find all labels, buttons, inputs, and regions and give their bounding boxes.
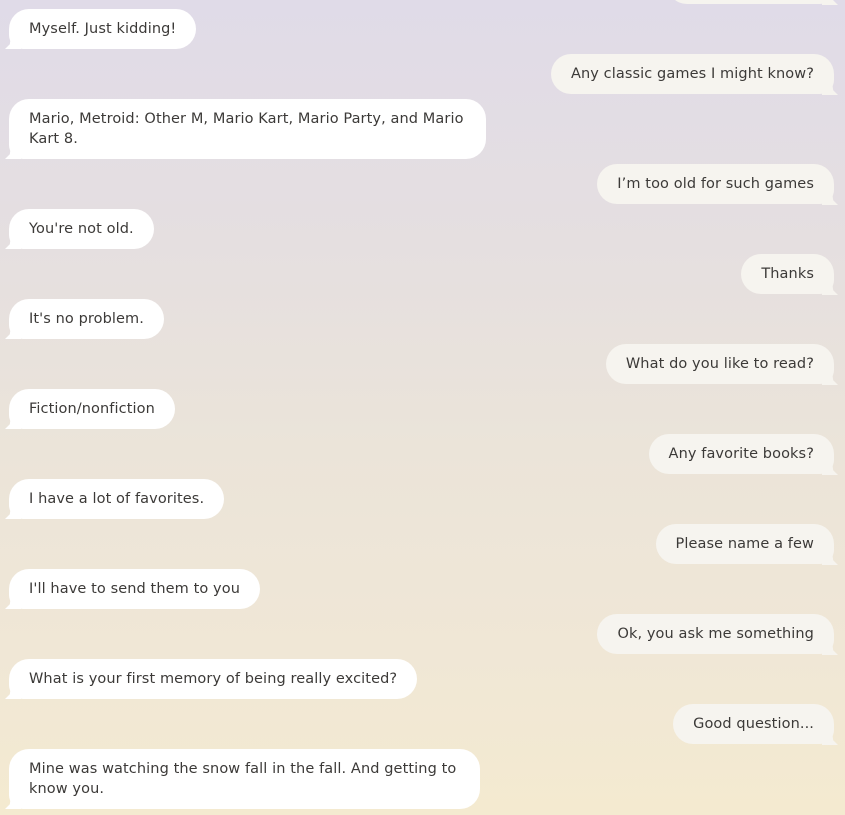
user-message: Please name a few xyxy=(655,524,834,564)
user-message: Thanks xyxy=(741,254,834,294)
user-message: Ok, you ask me something xyxy=(597,614,834,654)
chat-thread[interactable]: Myself. Just kidding! Any classic games … xyxy=(0,0,845,815)
bot-message: Mario, Metroid: Other M, Mario Kart, Mar… xyxy=(9,99,486,159)
bot-message: What is your first memory of being reall… xyxy=(9,659,418,699)
bot-message: I have a lot of favorites. xyxy=(9,479,225,519)
user-message: Any classic games I might know? xyxy=(550,54,834,94)
user-message-clipped xyxy=(667,0,834,4)
user-message: I’m too old for such games xyxy=(597,164,834,204)
user-message: What do you like to read? xyxy=(605,344,834,384)
bot-message: Mine was watching the snow fall in the f… xyxy=(9,749,480,809)
bot-message: Fiction/nonfiction xyxy=(9,389,175,429)
bot-message: It's no problem. xyxy=(9,299,164,339)
bot-message: Myself. Just kidding! xyxy=(9,9,197,49)
user-message: Good question... xyxy=(673,704,834,744)
bot-message: You're not old. xyxy=(9,209,154,249)
bot-message: I'll have to send them to you xyxy=(9,569,260,609)
user-message: Any favorite books? xyxy=(648,434,834,474)
